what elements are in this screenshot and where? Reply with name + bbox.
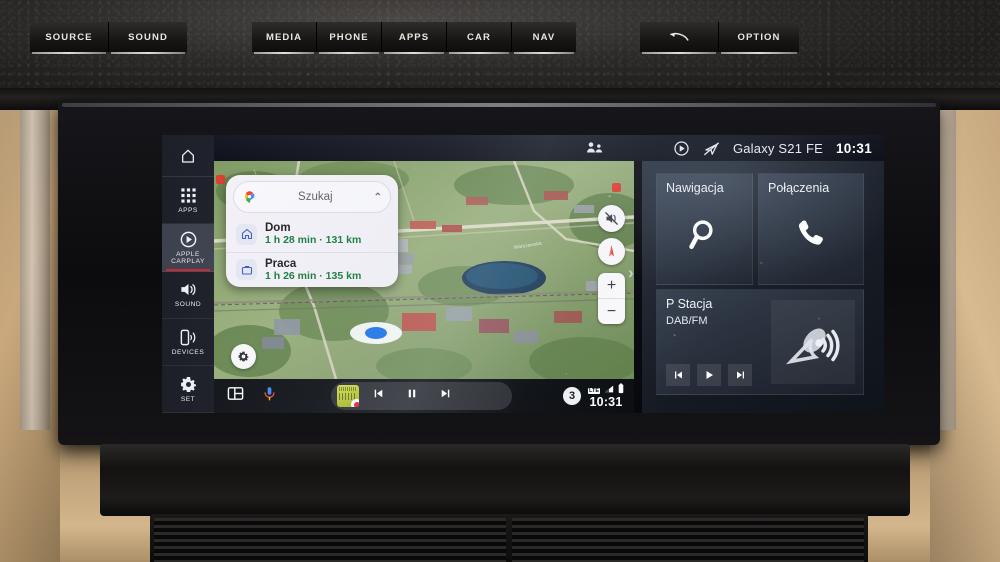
carplay-clock: 10:31: [589, 395, 623, 409]
maps-destination-card[interactable]: Szukaj ⌃ Dom 1 h 28 min · 131 km Praca 1…: [226, 175, 398, 288]
right-button-group[interactable]: OPTION: [640, 22, 799, 54]
tile-title: Połączenia: [768, 181, 830, 195]
head-unit-chrome-trim: [62, 103, 936, 107]
tile-phone[interactable]: Połączenia: [758, 173, 864, 285]
sidebar-item-devices[interactable]: DEVICES: [162, 319, 214, 366]
tile-title: Nawigacja: [666, 181, 724, 195]
vent-right: [512, 518, 864, 562]
zoom-out-icon[interactable]: −: [598, 298, 625, 324]
connected-device-name: Galaxy S21 FE: [732, 140, 823, 156]
destination-eta: 1 h 26 min · 135 km: [265, 269, 362, 282]
home-icon: [182, 149, 194, 163]
left-button-group[interactable]: SOURCE SOUND: [30, 22, 187, 54]
satellite-dish-icon: [771, 300, 855, 384]
chevron-up-icon[interactable]: ⌃: [374, 192, 382, 203]
tile-navigation[interactable]: Nawigacja: [656, 173, 753, 285]
previous-track-icon[interactable]: [371, 387, 386, 405]
media-button[interactable]: MEDIA: [252, 22, 317, 54]
play-icon[interactable]: [697, 364, 721, 386]
sound-button[interactable]: SOUND: [109, 22, 187, 54]
record-badge-icon: [351, 399, 359, 407]
network-type-label: LTE: [588, 388, 600, 394]
google-assistant-mic-icon[interactable]: [262, 385, 277, 407]
tile-title: P Stacja: [666, 297, 713, 311]
back-arrow-icon: [670, 32, 689, 41]
system-status-bar: Galaxy S21 FE 10:31: [162, 135, 884, 161]
apps-button[interactable]: APPS: [382, 22, 447, 54]
center-console-panel: [100, 444, 910, 516]
destination-eta: 1 h 28 min · 131 km: [265, 233, 362, 246]
carplay-icon: [674, 140, 689, 156]
speaker-icon: [180, 284, 196, 296]
next-track-icon[interactable]: [438, 387, 453, 405]
system-sidebar[interactable]: APPS APPLE CARPLAY SOUND DEVICES SET: [162, 135, 214, 413]
now-playing-controls[interactable]: [331, 382, 512, 410]
tile-radio[interactable]: P Stacja DAB/FM: [656, 289, 864, 395]
sidebar-item-label: DEVICES: [171, 348, 205, 356]
gear-icon: [238, 351, 249, 362]
destination-row-work[interactable]: Praca 1 h 26 min · 135 km: [226, 251, 398, 288]
carplay-circle-icon: [180, 231, 196, 247]
mute-icon[interactable]: [598, 205, 625, 232]
phone-handset-icon: [759, 216, 863, 252]
briefcase-icon: [236, 259, 257, 281]
phone-button[interactable]: PHONE: [317, 22, 382, 54]
maps-search-placeholder: Szukaj: [298, 191, 333, 203]
source-button[interactable]: SOURCE: [30, 22, 109, 54]
map-zoom-controls[interactable]: + −: [598, 273, 625, 324]
carplay-bottom-bar[interactable]: 3 LTE 10:31: [214, 379, 634, 413]
home-button[interactable]: [162, 135, 214, 178]
car-dashboard-scene: PIĘKNA Warszawska: [0, 0, 1000, 562]
radio-transport-controls[interactable]: [666, 364, 752, 386]
sidebar-item-label: SOUND: [174, 301, 202, 309]
map-controls[interactable]: + −: [598, 205, 625, 324]
back-button[interactable]: [640, 22, 719, 54]
car-button[interactable]: CAR: [447, 22, 512, 54]
apps-grid-icon: [180, 188, 196, 203]
option-button[interactable]: OPTION: [719, 22, 799, 54]
left-chrome-strip: [20, 100, 50, 430]
pcm-tile-panel[interactable]: Nawigacja Połączenia P Stacja DAB/FM: [642, 161, 884, 413]
sidebar-item-sound[interactable]: SOUND: [162, 272, 214, 319]
zoom-in-icon[interactable]: +: [598, 273, 625, 298]
middle-button-group[interactable]: MEDIA PHONE APPS CAR NAV: [252, 22, 576, 54]
infotainment-screen[interactable]: PIĘKNA Warszawska: [162, 135, 884, 413]
maps-search-bar[interactable]: Szukaj ⌃: [233, 181, 391, 213]
destination-row-home[interactable]: Dom 1 h 28 min · 131 km: [226, 217, 398, 252]
navigation-off-icon: [704, 142, 719, 155]
center-air-vents: [150, 514, 868, 562]
battery-icon: [618, 383, 624, 394]
carplay-pane[interactable]: PIĘKNA Warszawska: [214, 161, 634, 413]
sidebar-item-label: APPS: [178, 207, 198, 215]
sidebar-item-label: APPLE CARPLAY: [171, 250, 205, 265]
magnifier-icon: [657, 216, 752, 252]
vent-left: [154, 518, 506, 562]
next-station-icon[interactable]: [728, 364, 752, 386]
compass-north-icon[interactable]: [598, 238, 625, 265]
google-maps-view[interactable]: PIĘKNA Warszawska: [214, 161, 634, 379]
devices-icon: [180, 329, 195, 345]
sidebar-item-set[interactable]: SET: [162, 366, 214, 413]
google-maps-pin-icon: [245, 190, 255, 203]
tile-subtitle: DAB/FM: [666, 315, 708, 327]
sidebar-item-label: SET: [180, 395, 196, 403]
passenger-icon: [586, 140, 606, 156]
pause-icon[interactable]: [405, 387, 419, 405]
destination-name: Dom: [265, 222, 291, 234]
previous-station-icon[interactable]: [666, 364, 690, 386]
expand-pane-chevron-icon[interactable]: ›: [628, 263, 634, 283]
sidebar-item-apple-carplay[interactable]: APPLE CARPLAY: [162, 224, 214, 272]
home-icon: [236, 223, 257, 245]
maps-settings-button[interactable]: [231, 344, 256, 369]
system-clock: 10:31: [835, 140, 872, 156]
notification-count-badge[interactable]: 3: [563, 387, 582, 405]
dashboard-icon[interactable]: [227, 385, 244, 407]
nav-button[interactable]: NAV: [512, 22, 576, 54]
album-art-thumbnail[interactable]: [337, 385, 359, 407]
destination-name: Praca: [265, 257, 297, 270]
signal-bars-icon: [604, 385, 614, 393]
gear-icon: [180, 376, 196, 392]
sidebar-item-apps[interactable]: APPS: [162, 177, 214, 225]
